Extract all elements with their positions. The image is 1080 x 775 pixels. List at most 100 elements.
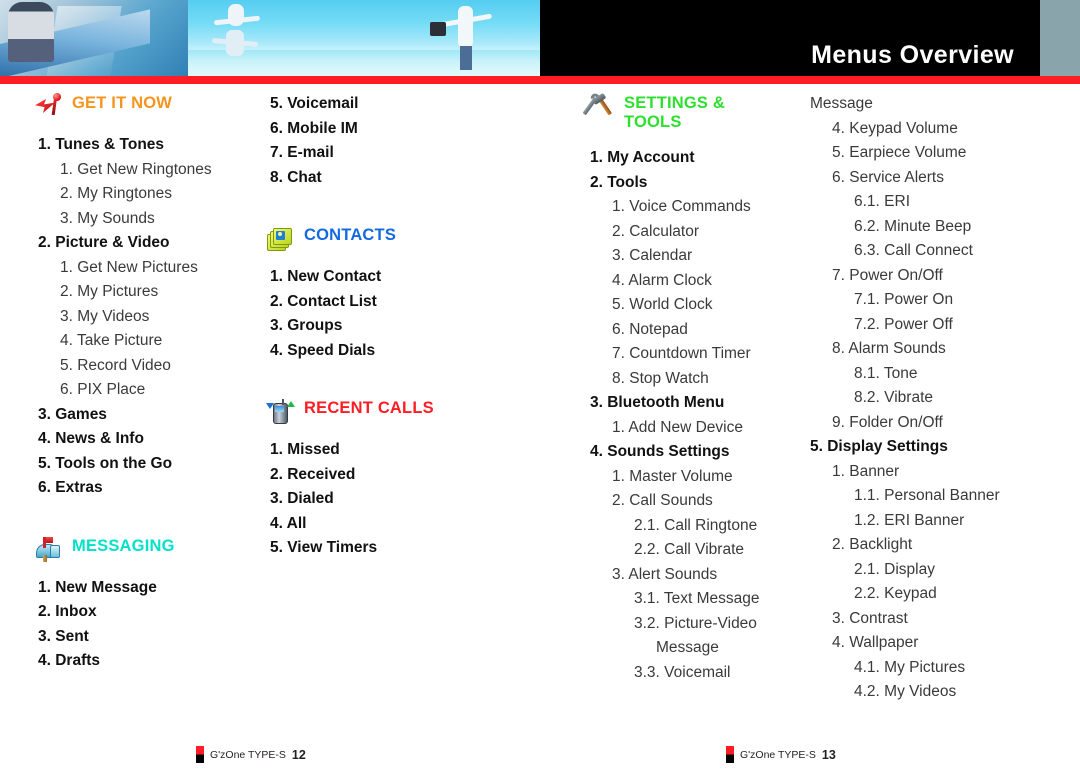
menu-item[interactable]: 4. Speed Dials — [266, 339, 506, 364]
menu-item[interactable]: 2.1. Display — [806, 558, 1046, 583]
photo-businessman-right-legs — [460, 46, 472, 70]
menu-item[interactable]: 6. Extras — [34, 476, 274, 501]
menu-item[interactable]: 8. Alarm Sounds — [806, 337, 1046, 362]
menu-item[interactable]: 1. Voice Commands — [586, 195, 826, 220]
menu-item[interactable]: 8. Stop Watch — [586, 367, 826, 392]
menu-item[interactable]: 7. Countdown Timer — [586, 342, 826, 367]
menu-item[interactable]: 4. All — [266, 512, 506, 537]
menu-item[interactable]: 3. Calendar — [586, 244, 826, 269]
section-title-contacts: CONTACTS — [304, 226, 397, 244]
menu-item[interactable]: 1. My Account — [586, 146, 826, 171]
menu-item[interactable]: 3.3. Voicemail — [586, 661, 826, 686]
menu-item[interactable]: 4. Sounds Settings — [586, 440, 826, 465]
header-photo-banner — [0, 0, 540, 78]
page-header: Menus Overview — [0, 0, 1080, 78]
section-header-recent-calls: RECENT CALLS — [266, 397, 506, 424]
menu-item[interactable]: 4. Take Picture — [34, 329, 274, 354]
header-gray-band — [1040, 0, 1080, 76]
phone-calls-icon — [266, 398, 296, 424]
menu-item[interactable]: 6.2. Minute Beep — [806, 215, 1046, 240]
menu-item[interactable]: 6. Notepad — [586, 318, 826, 343]
menu-item[interactable]: 4. News & Info — [34, 427, 274, 452]
menu-item[interactable]: 4.1. My Pictures — [806, 656, 1046, 681]
menu-columns: GET IT NOW 1. Tunes & Tones 1. Get New R… — [0, 92, 1080, 722]
menu-item[interactable]: 1. Banner — [806, 460, 1046, 485]
menu-item[interactable]: 6.3. Call Connect — [806, 239, 1046, 264]
menu-item[interactable]: 4. Keypad Volume — [806, 117, 1046, 142]
section-header-contacts: CONTACTS — [266, 224, 506, 251]
menu-item[interactable]: 3. Groups — [266, 314, 506, 339]
photo-sea — [150, 50, 540, 78]
photo-briefcase — [430, 22, 446, 36]
menu-item[interactable]: 5. Earpiece Volume — [806, 141, 1046, 166]
wrench-hammer-icon — [582, 93, 616, 119]
menu-item[interactable]: 4.2. My Videos — [806, 680, 1046, 705]
menu-item[interactable]: 4. Wallpaper — [806, 631, 1046, 656]
menu-item[interactable]: 4. Alarm Clock — [586, 269, 826, 294]
menu-item[interactable]: 4. Drafts — [34, 649, 274, 674]
menu-item[interactable]: 3. My Sounds — [34, 207, 274, 232]
menu-item[interactable]: 3. Bluetooth Menu — [586, 391, 826, 416]
menu-item[interactable]: 3.1. Text Message — [586, 587, 826, 612]
header-red-rule — [0, 76, 1080, 84]
menu-item[interactable]: 1. Get New Pictures — [34, 256, 274, 281]
menu-item[interactable]: 2. Received — [266, 463, 506, 488]
menu-item[interactable]: 2. Picture & Video — [34, 231, 274, 256]
menu-item[interactable]: 2. My Ringtones — [34, 182, 274, 207]
menu-item[interactable]: 1. Master Volume — [586, 465, 826, 490]
menu-item[interactable]: 1. Add New Device — [586, 416, 826, 441]
menu-item[interactable]: 2. Contact List — [266, 290, 506, 315]
column-2: 5. Voicemail 6. Mobile IM 7. E-mail 8. C… — [266, 92, 506, 561]
menu-item[interactable]: 3. My Videos — [34, 305, 274, 330]
menu-item[interactable]: 1. New Contact — [266, 265, 506, 290]
menu-item[interactable]: 8. Chat — [266, 166, 506, 191]
menus-overview-page: Menus Overview GET IT NOW 1. Tunes & Ton… — [0, 0, 1080, 775]
menu-item[interactable]: 3. Games — [34, 403, 274, 428]
menu-item[interactable]: 5. Record Video — [34, 354, 274, 379]
menu-item[interactable]: 7.2. Power Off — [806, 313, 1046, 338]
menu-item[interactable]: 1. Missed — [266, 438, 506, 463]
column-1: GET IT NOW 1. Tunes & Tones 1. Get New R… — [34, 92, 274, 674]
menu-item[interactable]: 6. Service Alerts — [806, 166, 1046, 191]
menu-item[interactable]: 1. New Message — [34, 576, 274, 601]
menu-item[interactable]: 5. View Timers — [266, 536, 506, 561]
menu-item[interactable]: 2.1. Call Ringtone — [586, 514, 826, 539]
menu-item[interactable]: 2. Calculator — [586, 220, 826, 245]
menu-item[interactable]: 1.1. Personal Banner — [806, 484, 1046, 509]
mailbox-icon — [34, 536, 64, 562]
menu-item[interactable]: 2.2. Keypad — [806, 582, 1046, 607]
menu-item[interactable]: 1. Get New Ringtones — [34, 158, 274, 183]
menu-item[interactable]: 7.1. Power On — [806, 288, 1046, 313]
menu-item[interactable]: 3. Contrast — [806, 607, 1046, 632]
menu-item[interactable]: 8.1. Tone — [806, 362, 1046, 387]
menu-item[interactable]: 3. Sent — [34, 625, 274, 650]
menu-item[interactable]: 6. PIX Place — [34, 378, 274, 403]
menu-item[interactable]: 5. Display Settings — [806, 435, 1046, 460]
menu-item[interactable]: 7. Power On/Off — [806, 264, 1046, 289]
menu-item[interactable]: 9. Folder On/Off — [806, 411, 1046, 436]
menu-item[interactable]: 6.1. ERI — [806, 190, 1046, 215]
menu-item[interactable]: 3. Dialed — [266, 487, 506, 512]
menu-item[interactable]: 2. Inbox — [34, 600, 274, 625]
menu-item[interactable]: 2.2. Call Vibrate — [586, 538, 826, 563]
section-title-settings-tools: SETTINGS & TOOLS — [624, 94, 726, 131]
menu-item[interactable]: 6. Mobile IM — [266, 117, 506, 142]
menu-item[interactable]: 2. Backlight — [806, 533, 1046, 558]
menu-item[interactable]: 5. Voicemail — [266, 92, 506, 117]
menu-item[interactable]: 7. E-mail — [266, 141, 506, 166]
menu-item[interactable]: 5. World Clock — [586, 293, 826, 318]
menu-item[interactable]: 1. Tunes & Tones — [34, 133, 274, 158]
column-3: SETTINGS & TOOLS 1. My Account 2. Tools … — [582, 92, 826, 686]
menu-item[interactable]: 1.2. ERI Banner — [806, 509, 1046, 534]
menu-item[interactable]: 8.2. Vibrate — [806, 386, 1046, 411]
section-title-get-it-now: GET IT NOW — [72, 94, 173, 112]
menu-item[interactable]: 5. Tools on the Go — [34, 452, 274, 477]
menu-item[interactable]: 2. My Pictures — [34, 280, 274, 305]
menu-item[interactable]: 2. Tools — [586, 171, 826, 196]
footer-page-number: 13 — [821, 747, 836, 762]
contact-cards-icon — [266, 225, 296, 251]
menu-item[interactable]: 3. Alert Sounds — [586, 563, 826, 588]
menu-item[interactable]: 2. Call Sounds — [586, 489, 826, 514]
menu-item[interactable]: 3.2. Picture-Video — [586, 612, 826, 637]
